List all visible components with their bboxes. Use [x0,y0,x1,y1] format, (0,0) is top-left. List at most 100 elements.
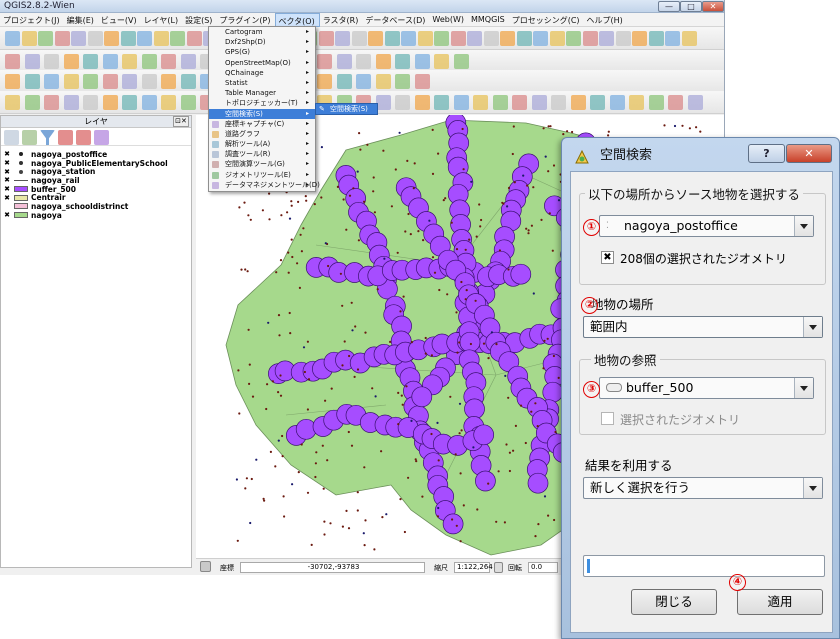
file-toolbar-icon[interactable] [483,31,499,46]
advanced-toolbar-icon[interactable] [395,74,410,89]
file-toolbar-icon[interactable] [566,31,581,46]
source-layer-combo[interactable]: ⁚ nagoya_postoffice [599,215,814,237]
plugin-toolbar-icon[interactable] [609,95,625,110]
digitize-toolbar-icon[interactable] [83,54,98,69]
minimize-button[interactable]: — [658,1,680,12]
chevron-down-icon[interactable] [803,478,822,498]
file-toolbar-icon[interactable] [368,31,383,46]
file-toolbar-icon[interactable] [120,31,136,46]
vector-menu-item[interactable]: 解析ツール(A) ▸ [209,139,315,149]
layer-row[interactable]: ✖ nagoya_rail [1,176,191,185]
plugin-toolbar-icon[interactable] [668,95,683,110]
advanced-toolbar-icon[interactable] [44,74,59,89]
file-toolbar-icon[interactable] [500,31,515,46]
apply-button[interactable]: 適用 [737,589,823,615]
file-toolbar-icon[interactable] [71,31,86,46]
file-toolbar-icon[interactable] [318,31,334,46]
plugin-toolbar-icon[interactable] [473,95,488,110]
chevron-down-icon[interactable] [794,216,813,236]
digitize-toolbar-icon[interactable] [453,54,469,69]
selected-geometries-checkbox[interactable]: ✖ [601,251,614,264]
menu-item-2[interactable]: ビュー(V) [98,13,141,27]
layer-row[interactable]: ✖ nagoya_PublicElementarySchool [1,159,191,168]
file-toolbar-icon[interactable] [632,31,647,46]
vector-menu-item[interactable]: 調査ツール(R) ▸ [209,149,315,159]
advanced-toolbar-icon[interactable] [24,74,40,89]
chevron-down-icon[interactable] [794,378,813,398]
layer-visibility-checkbox[interactable]: ✖ [3,176,11,184]
plugin-toolbar-icon[interactable] [161,95,176,110]
file-toolbar-icon[interactable] [21,31,37,46]
layer-visibility-checkbox[interactable]: ✖ [3,194,11,202]
layer-visibility-checkbox[interactable]: ✖ [3,159,11,167]
advanced-toolbar-icon[interactable] [63,74,79,89]
add-group-icon[interactable] [22,130,37,145]
advanced-toolbar-icon[interactable] [5,74,20,89]
digitize-toolbar-icon[interactable] [161,54,176,69]
advanced-toolbar-icon[interactable] [414,74,430,89]
plugin-toolbar-icon[interactable] [83,95,98,110]
file-toolbar-icon[interactable] [351,31,367,46]
digitize-toolbar-icon[interactable] [44,54,59,69]
file-toolbar-icon[interactable] [665,31,680,46]
file-toolbar-icon[interactable] [137,31,152,46]
vector-menu-item[interactable]: データマネジメントツール(D) ▸ [209,180,320,190]
plugin-toolbar-icon[interactable] [570,95,586,110]
advanced-toolbar-icon[interactable] [356,74,371,89]
file-toolbar-icon[interactable] [681,31,697,46]
layer-visibility-checkbox[interactable]: ✖ [3,150,11,158]
plugin-toolbar-icon[interactable] [141,95,157,110]
plugin-toolbar-icon[interactable] [531,95,547,110]
plugin-toolbar-icon[interactable] [512,95,527,110]
menu-item-11[interactable]: プロセッシング(C) [509,13,584,27]
layer-visibility-checkbox[interactable]: ✖ [3,211,11,219]
plugin-toolbar-icon[interactable] [492,95,508,110]
layer-row[interactable]: ✖ Centrair [1,193,191,202]
vector-menu-item[interactable]: Dxf2Shp(D) ▸ [209,37,315,47]
close-window-button[interactable]: ✕ [702,1,724,12]
digitize-toolbar-icon[interactable] [434,54,449,69]
digitize-toolbar-icon[interactable] [336,54,352,69]
menu-item-5[interactable]: プラグイン(P) [216,13,274,27]
plugin-toolbar-icon[interactable] [63,95,79,110]
menu-item-1[interactable]: 編集(E) [64,13,98,27]
reference-selected-checkbox[interactable] [601,412,614,425]
digitize-toolbar-icon[interactable] [24,54,40,69]
plugin-toolbar-icon[interactable] [648,95,664,110]
layer-visibility-checkbox[interactable]: ✖ [3,168,11,176]
remove-layer-icon[interactable] [94,130,109,145]
file-toolbar-icon[interactable] [582,31,598,46]
plugin-toolbar-icon[interactable] [122,95,137,110]
advanced-toolbar-icon[interactable] [102,74,118,89]
menu-item-8[interactable]: データベース(D) [362,13,429,27]
file-toolbar-icon[interactable] [153,31,169,46]
scale-dropdown-icon[interactable] [494,562,503,573]
digitize-toolbar-icon[interactable] [141,54,157,69]
maximize-button[interactable]: □ [680,1,702,12]
vector-menu-item[interactable]: Statist ▸ [209,78,315,88]
open-layer-styling-icon[interactable] [4,130,19,145]
file-toolbar-icon[interactable] [38,31,53,46]
vector-menu-item[interactable]: OpenStreetMap(O) ▸ [209,58,315,68]
file-toolbar-icon[interactable] [384,31,400,46]
plugin-toolbar-icon[interactable] [395,95,410,110]
advanced-toolbar-icon[interactable] [180,74,196,89]
file-toolbar-icon[interactable] [5,31,20,46]
coordinate-toggle-icon[interactable] [200,561,211,572]
dialog-close-x-button[interactable]: ✕ [786,144,832,163]
advanced-toolbar-icon[interactable] [141,74,157,89]
digitize-toolbar-icon[interactable] [414,54,430,69]
plugin-toolbar-icon[interactable] [629,95,644,110]
digitize-toolbar-icon[interactable] [180,54,196,69]
collapse-all-icon[interactable] [76,130,91,145]
file-toolbar-icon[interactable] [467,31,482,46]
vector-menu-item[interactable]: ジオメトリツール(E) ▸ [209,170,315,180]
layer-row[interactable]: ✖ nagoya [1,211,191,220]
plugin-toolbar-icon[interactable] [44,95,59,110]
digitize-toolbar-icon[interactable] [5,54,20,69]
digitize-toolbar-icon[interactable] [395,54,410,69]
advanced-toolbar-icon[interactable] [336,74,352,89]
plugin-toolbar-icon[interactable] [453,95,469,110]
rotation-field[interactable]: 0.0 [528,562,558,573]
layer-visibility-checkbox[interactable]: ✖ [3,185,11,193]
